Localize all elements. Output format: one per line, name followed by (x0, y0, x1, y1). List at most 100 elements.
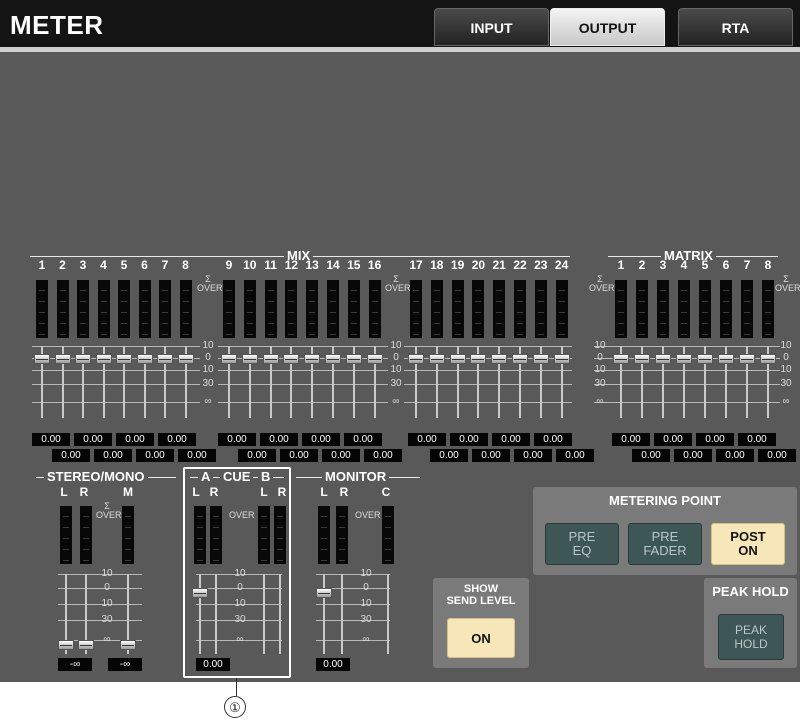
mix-ch-20-fader-knob[interactable] (470, 354, 487, 364)
pre-eq-button[interactable]: PRE EQ (545, 523, 619, 565)
mix-ch-17-fader-knob[interactable] (408, 354, 424, 364)
mix-ch-23-fader-knob[interactable] (532, 354, 549, 364)
pre-eq-line1: PRE (568, 529, 596, 544)
tab-output[interactable]: OUTPUT (550, 8, 665, 46)
monitor-scale-scale-2: 10 (360, 598, 372, 609)
matrix-ch-7-fader-knob[interactable] (739, 354, 755, 364)
stereo-r-fader-knob[interactable] (78, 640, 94, 650)
matrix-scale-right-scale-1: 0 (783, 352, 789, 363)
mix-scale-a-scale-0: 10 (202, 340, 214, 351)
stereo-l-fader-knob[interactable] (58, 640, 74, 650)
pre-eq-line2: EQ (572, 543, 592, 558)
matrix-scale-left-scale-2: 10 (594, 364, 606, 375)
matrix-ch-5-fader-knob[interactable] (697, 354, 713, 364)
peak-hold-button[interactable]: PEAK HOLD (718, 614, 784, 660)
mix-ch-19-fader-knob[interactable] (449, 354, 466, 364)
mix-ch-8-meter-segments (182, 280, 189, 338)
matrix-ch-8-meter (762, 280, 774, 338)
mix-ch-11-fader-knob[interactable] (262, 354, 279, 364)
matrix-value-bottom: 0.00 (758, 449, 796, 462)
mono-m-fader-knob[interactable] (120, 640, 136, 650)
matrix-ch-3-meter (657, 280, 669, 338)
mix-ch-18-fader-knob[interactable] (428, 354, 445, 364)
pre-fader-button[interactable]: PRE FADER (628, 523, 702, 565)
show-send-level-on-button[interactable]: ON (447, 618, 515, 658)
mix-ch-10-fader-knob[interactable] (241, 354, 258, 364)
mix-ch-3-fader-knob[interactable] (75, 354, 91, 364)
mix-ch-16-fader-knob[interactable] (366, 354, 383, 364)
matrix-ch-8-fader-knob[interactable] (760, 354, 776, 364)
mix-ch-9-fader-knob[interactable] (221, 354, 237, 364)
mix-ch-19-meter-segments (454, 280, 461, 338)
metering-point-panel: METERING POINT PRE EQ PRE FADER POST ON (533, 487, 797, 575)
peak-hold-title: PEAK HOLD (712, 584, 789, 599)
matrix-ch-1-meter (615, 280, 627, 338)
matrix-ch-6-fader-knob[interactable] (718, 354, 734, 364)
mix-ch-22-meter (514, 280, 526, 338)
mix-ch-24-fader-knob[interactable] (553, 354, 570, 364)
matrix-scale-left-scale-4: ∞ (596, 396, 604, 407)
monitor-scale-over: OVER (355, 510, 381, 520)
matrix-ch-4-number: 4 (680, 258, 688, 272)
mix-value-bottom: 0.00 (364, 449, 402, 462)
matrix-ch-3-fader-knob[interactable] (655, 354, 671, 364)
matrix-ch-6-meter-segments (723, 280, 729, 338)
matrix-ch-8-number: 8 (764, 258, 772, 272)
mix-ch-1-fader-knob[interactable] (34, 354, 50, 364)
mix-ch-2-fader-knob[interactable] (54, 354, 71, 364)
mix-value-bottom: 0.00 (556, 449, 594, 462)
stereo-mono-title: STEREO/MONO (44, 470, 148, 484)
stereo-scale-scale-2: 10 (101, 598, 113, 609)
mix-ch-21-fader-knob[interactable] (491, 354, 508, 364)
monitor-title: MONITOR (322, 470, 390, 484)
mono-m-label: M (123, 485, 133, 499)
callout-leader-line (236, 678, 237, 696)
monitor-scale-scale-0: 10 (360, 568, 372, 579)
mix-ch-6-fader-knob[interactable] (136, 354, 153, 364)
scale-gridline (32, 384, 200, 385)
mix-ch-4-meter (97, 280, 110, 338)
mix-ch-5-meter (118, 280, 130, 338)
matrix-ch-7-meter-segments (744, 280, 750, 338)
tab-rta[interactable]: RTA (678, 8, 793, 46)
mix-ch-22-fader-knob[interactable] (512, 354, 528, 364)
stereo-r-meter (80, 506, 92, 564)
mix-ch-23-meter-segments (537, 280, 544, 338)
mix-value-bottom: 0.00 (322, 449, 360, 462)
matrix-ch-4-meter-segments (681, 280, 687, 338)
matrix-value-top: 0.00 (696, 433, 734, 446)
monitor-l-fader-knob[interactable] (316, 588, 332, 598)
mix-value-top: 0.00 (492, 433, 530, 446)
scale-gridline (218, 346, 388, 347)
mix-ch-15-fader-knob[interactable] (345, 354, 362, 364)
stereo-scale-scale-0: 10 (101, 568, 113, 579)
matrix-ch-4-fader-knob[interactable] (676, 354, 692, 364)
mix-ch-12-fader-knob[interactable] (283, 354, 300, 364)
mix-ch-16-number: 16 (367, 258, 382, 272)
mix-value-top: 0.00 (450, 433, 488, 446)
matrix-value-bottom: 0.00 (632, 449, 670, 462)
stereo-r-label: R (79, 485, 89, 499)
monitor-r-label: R (339, 485, 349, 499)
tab-underline (0, 47, 800, 52)
tab-input[interactable]: INPUT (434, 8, 549, 46)
mix-ch-5-fader-knob[interactable] (116, 354, 132, 364)
matrix-ch-6-number: 6 (722, 258, 730, 272)
mix-ch-8-fader-knob[interactable] (177, 354, 194, 364)
monitor-scale-scale-3: 30 (360, 614, 372, 625)
matrix-ch-4-meter (678, 280, 690, 338)
matrix-scale-right-over-label: OVER (775, 283, 800, 293)
mix-ch-12-meter-segments (288, 280, 295, 338)
mix-ch-10-meter-segments (246, 280, 253, 338)
post-on-button[interactable]: POST ON (711, 523, 785, 565)
matrix-value-top: 0.00 (738, 433, 776, 446)
scale-gridline (32, 370, 200, 371)
mix-ch-14-fader-knob[interactable] (325, 354, 341, 364)
mix-ch-4-fader-knob[interactable] (95, 354, 112, 364)
matrix-scale-left-scale-1: 0 (597, 352, 603, 363)
matrix-ch-1-fader-knob[interactable] (613, 354, 629, 364)
matrix-ch-2-fader-knob[interactable] (634, 354, 650, 364)
mix-ch-7-fader-knob[interactable] (157, 354, 173, 364)
mix-ch-13-fader-knob[interactable] (304, 354, 321, 364)
mix-ch-18-meter-segments (433, 280, 440, 338)
